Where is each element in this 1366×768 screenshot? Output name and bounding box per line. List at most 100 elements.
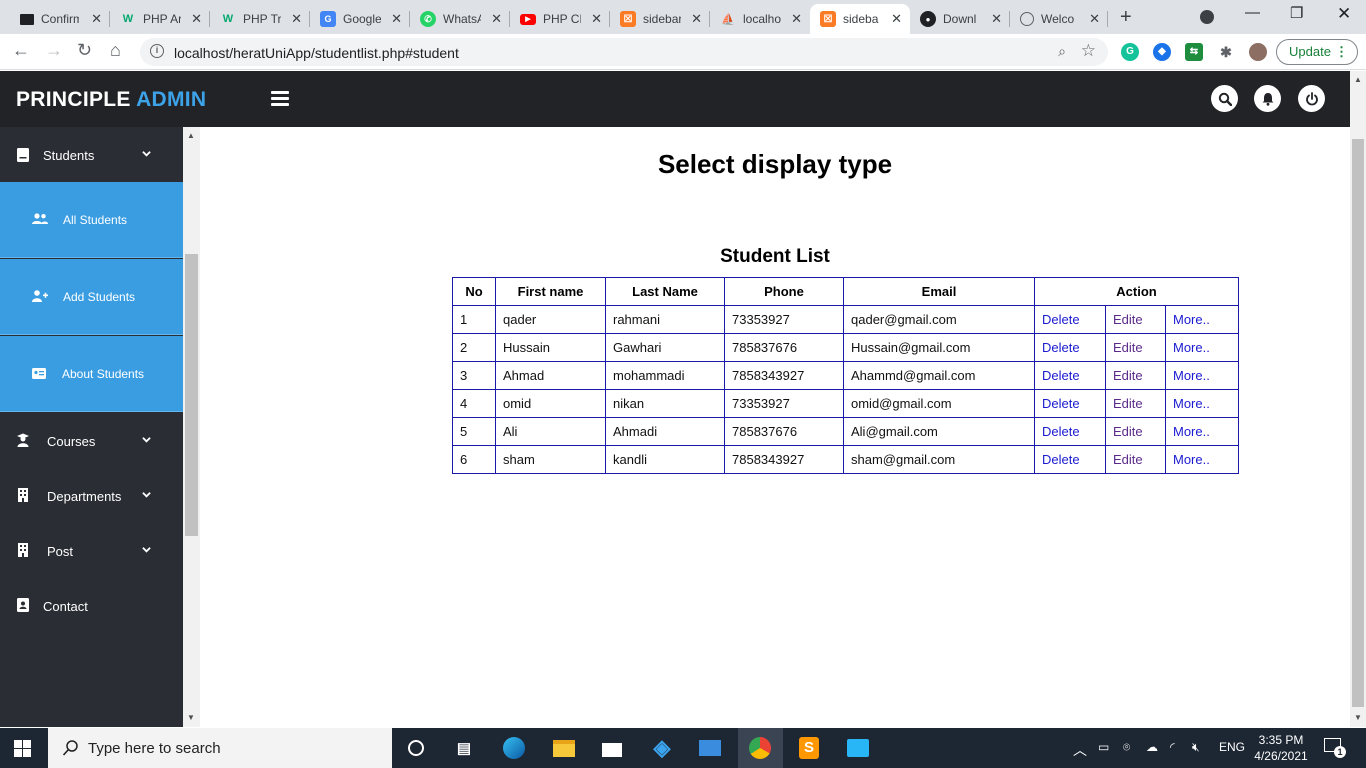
cloud-icon[interactable]: ☁ [1146, 740, 1158, 754]
close-tab-icon[interactable]: ✕ [791, 11, 802, 27]
cortana-icon[interactable] [404, 736, 428, 760]
home-icon[interactable]: ⌂ [110, 40, 121, 61]
close-tab-icon[interactable]: ✕ [491, 11, 502, 27]
battery-icon[interactable]: ▭ [1098, 740, 1109, 754]
browser-tab[interactable]: Confirm ✕ [10, 4, 110, 34]
task-view-icon[interactable]: ▤ [452, 736, 476, 760]
remote-app-icon[interactable] [846, 736, 870, 760]
sidebar-item-students[interactable]: Students [0, 127, 183, 182]
browser-tab[interactable]: ▶ PHP CR ✕ [510, 4, 610, 34]
forward-icon[interactable]: → [45, 40, 63, 61]
edit-link[interactable]: Edite [1105, 445, 1166, 474]
restore-icon[interactable]: ❐ [1290, 4, 1303, 22]
browser-tab-active[interactable]: ☒ sideba ✕ [810, 4, 910, 34]
edit-link[interactable]: Edite [1105, 361, 1166, 390]
delete-link[interactable]: Delete [1034, 417, 1106, 446]
windows-start-icon[interactable] [14, 740, 31, 757]
sidebar-item-about-students[interactable]: About Students [0, 336, 183, 412]
reload-icon[interactable]: ↻ [77, 40, 92, 61]
sidebar-scrollbar[interactable]: ▲ ▼ [183, 127, 200, 727]
zoom-icon[interactable]: ⌕ [1058, 43, 1066, 60]
extension-icon[interactable]: ◆ [1153, 43, 1171, 61]
browser-tab[interactable]: ● Downl ✕ [910, 4, 1010, 34]
scroll-up-arrow-icon[interactable]: ▲ [1354, 75, 1362, 84]
close-tab-icon[interactable]: ✕ [991, 11, 1002, 27]
more-link[interactable]: More.. [1165, 333, 1239, 362]
browser-tab[interactable]: ☒ sidebar ✕ [610, 4, 710, 34]
back-icon[interactable]: ← [12, 40, 30, 61]
browser-tab[interactable]: ⛵ localhost ✕ [710, 4, 810, 34]
minimize-icon[interactable]: — [1245, 4, 1260, 21]
volume-muted-icon[interactable]: 🔇︎ [1192, 740, 1200, 755]
delete-link[interactable]: Delete [1034, 389, 1106, 418]
search-icon[interactable] [1211, 85, 1238, 112]
delete-link[interactable]: Delete [1034, 445, 1106, 474]
edit-link[interactable]: Edite [1105, 417, 1166, 446]
sidebar-item-departments[interactable]: Departments [0, 468, 183, 523]
puzzle-icon[interactable]: ✱ [1217, 43, 1235, 61]
sidebar-item-courses[interactable]: Courses [0, 413, 183, 468]
sidebar-item-add-students[interactable]: Add Students [0, 259, 183, 335]
close-tab-icon[interactable]: ✕ [591, 11, 602, 27]
notification-center-icon[interactable]: 1 [1324, 738, 1346, 758]
taskbar-search-input[interactable]: Type here to search [48, 728, 392, 768]
power-icon[interactable] [1298, 85, 1325, 112]
hamburger-menu-icon[interactable] [271, 91, 289, 106]
new-tab-icon[interactable]: + [1120, 6, 1132, 29]
grammarly-icon[interactable]: G [1121, 43, 1139, 61]
edge-icon[interactable] [502, 736, 526, 760]
clock[interactable]: 3:35 PM 4/26/2021 [1250, 732, 1312, 764]
scrollbar-thumb[interactable] [1352, 139, 1364, 707]
delete-link[interactable]: Delete [1034, 361, 1106, 390]
window-close-icon[interactable]: ✕ [1337, 4, 1351, 24]
sublime-text-icon[interactable]: S [797, 736, 821, 760]
page-scrollbar[interactable]: ▲ ▼ [1350, 71, 1366, 727]
extension-cast-icon[interactable]: ⇆ [1185, 43, 1203, 61]
address-bar[interactable]: i localhost/heratUniApp/studentlist.php#… [140, 38, 1108, 66]
more-link[interactable]: More.. [1165, 417, 1239, 446]
site-info-icon[interactable]: i [150, 44, 164, 58]
edit-link[interactable]: Edite [1105, 305, 1166, 334]
delete-link[interactable]: Delete [1034, 305, 1106, 334]
tab-search-icon[interactable] [1200, 10, 1214, 24]
show-hidden-icons-icon[interactable]: ︿ [1073, 740, 1087, 760]
scroll-down-arrow-icon[interactable]: ▼ [187, 713, 195, 722]
browser-tab[interactable]: ✆ WhatsApp ✕ [410, 4, 510, 34]
browser-tab[interactable]: W PHP Tr ✕ [210, 4, 310, 34]
close-tab-icon[interactable]: ✕ [891, 11, 902, 27]
browser-tab[interactable]: Welco ✕ [1010, 4, 1108, 34]
bell-icon[interactable] [1254, 85, 1281, 112]
url-text[interactable]: localhost/heratUniApp/studentlist.php#st… [174, 45, 459, 61]
browser-tab[interactable]: G Google ✕ [310, 4, 410, 34]
bookmark-star-icon[interactable]: ☆ [1081, 41, 1096, 61]
sidebar-item-all-students[interactable]: All Students [0, 182, 183, 258]
wifi-icon[interactable]: ◜ [1170, 740, 1175, 754]
vscode-icon[interactable]: ◈ [650, 735, 674, 760]
edit-link[interactable]: Edite [1105, 389, 1166, 418]
close-tab-icon[interactable]: ✕ [191, 11, 202, 27]
update-button[interactable]: Update ⋮ [1276, 39, 1358, 65]
browser-tab[interactable]: W PHP Ar ✕ [110, 4, 210, 34]
store-icon[interactable] [600, 736, 624, 760]
avatar[interactable] [1249, 43, 1267, 61]
more-link[interactable]: More.. [1165, 445, 1239, 474]
close-tab-icon[interactable]: ✕ [391, 11, 402, 27]
scroll-up-arrow-icon[interactable]: ▲ [187, 131, 195, 140]
language-indicator[interactable]: ENG [1219, 740, 1245, 754]
close-tab-icon[interactable]: ✕ [291, 11, 302, 27]
close-tab-icon[interactable]: ✕ [1089, 11, 1100, 27]
sidebar-item-post[interactable]: Post [0, 523, 183, 578]
kebab-menu-icon[interactable]: ⋮ [1335, 40, 1348, 64]
more-link[interactable]: More.. [1165, 389, 1239, 418]
more-link[interactable]: More.. [1165, 361, 1239, 390]
delete-link[interactable]: Delete [1034, 333, 1106, 362]
mail-icon[interactable] [698, 736, 722, 760]
scroll-down-arrow-icon[interactable]: ▼ [1354, 713, 1362, 722]
close-tab-icon[interactable]: ✕ [91, 11, 102, 27]
more-link[interactable]: More.. [1165, 305, 1239, 334]
meet-now-icon[interactable]: ⌾ [1123, 740, 1130, 755]
file-explorer-icon[interactable] [552, 736, 576, 760]
chrome-icon[interactable] [748, 736, 772, 760]
close-tab-icon[interactable]: ✕ [691, 11, 702, 27]
edit-link[interactable]: Edite [1105, 333, 1166, 362]
